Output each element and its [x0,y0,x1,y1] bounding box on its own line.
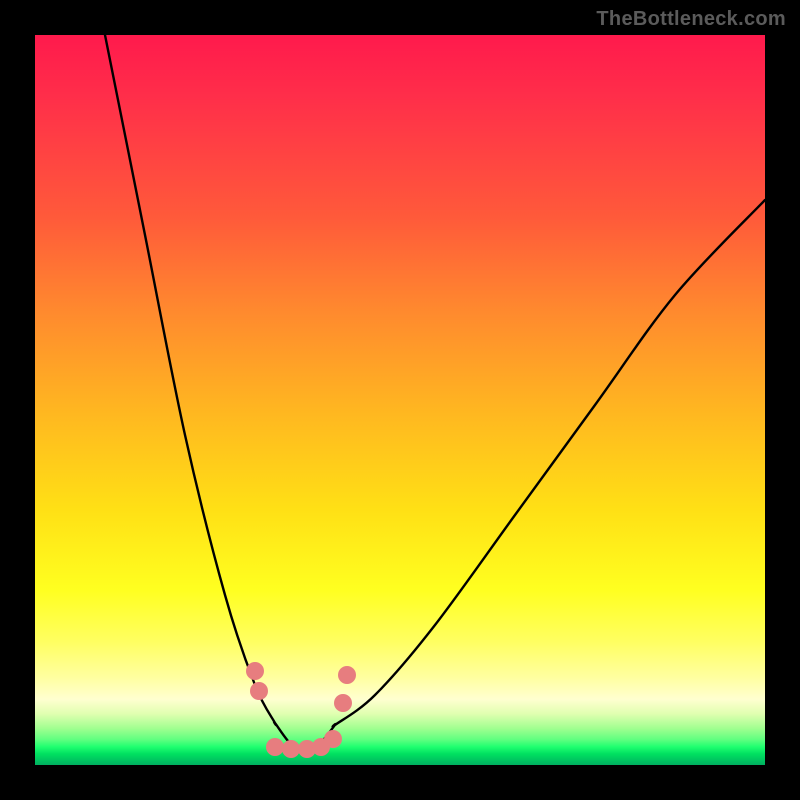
valley-marker [338,666,356,684]
valley-marker [246,662,264,680]
valley-markers [246,662,356,758]
valley-marker [282,740,300,758]
chart-frame: TheBottleneck.com [0,0,800,800]
valley-marker [266,738,284,756]
watermark-text: TheBottleneck.com [596,8,786,31]
valley-marker [324,730,342,748]
curve-layer [35,35,765,765]
bottleneck-curve [105,35,765,751]
valley-marker [250,682,268,700]
valley-marker [334,694,352,712]
plot-area [35,35,765,765]
